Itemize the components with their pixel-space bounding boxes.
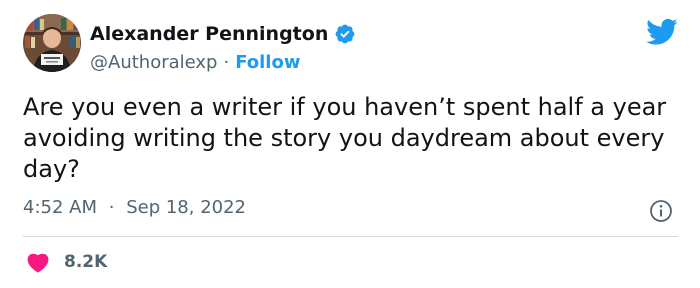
like-count: 8.2K [64,252,108,272]
tweet-time: 4:52 AM [23,197,97,218]
avatar[interactable] [23,14,81,72]
follow-button[interactable]: Follow [235,52,300,73]
avatar-image [23,14,81,72]
like-button[interactable]: 8.2K [26,249,107,275]
tweet-date: Sep 18, 2022 [126,197,247,218]
author-handle[interactable]: @Authoralexp [90,52,217,73]
author-info: Alexander Pennington @Authoralexp · Foll… [90,20,356,76]
tweet-text: Are you even a writer if you haven’t spe… [23,93,667,183]
heart-icon [27,253,49,273]
author-name-row: Alexander Pennington [90,20,356,48]
divider [23,236,678,237]
tweet-timestamp[interactable]: 4:52 AM · Sep 18, 2022 [23,197,246,218]
verified-badge-icon [335,24,355,44]
author-display-name[interactable]: Alexander Pennington [90,23,328,45]
author-handle-row: @Authoralexp · Follow [90,48,356,76]
date-separator: · [108,197,115,218]
tweet-card: Alexander Pennington @Authoralexp · Foll… [0,0,700,288]
twitter-bird-icon[interactable] [646,18,678,46]
info-icon[interactable] [649,199,673,223]
handle-separator: · [223,51,230,73]
